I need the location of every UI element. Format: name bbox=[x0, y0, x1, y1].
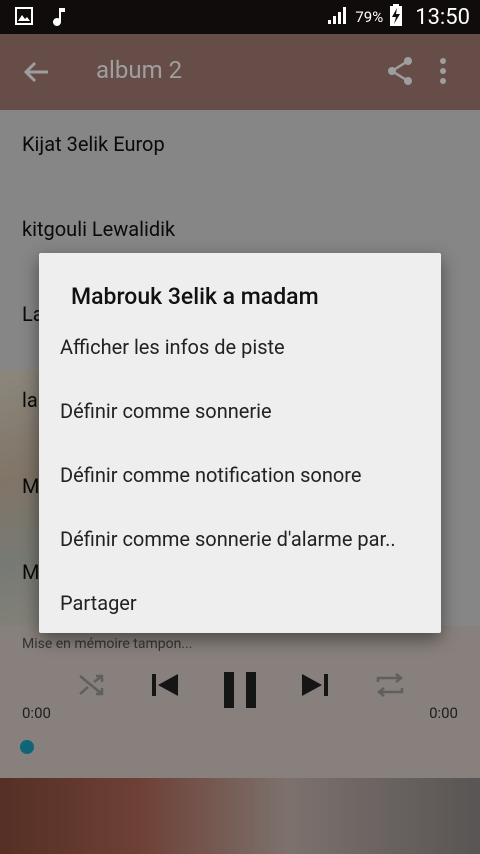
track-options-dialog: Mabrouk 3elik a madam Afficher les infos… bbox=[39, 253, 441, 633]
menu-item-share[interactable]: Partager bbox=[60, 591, 137, 615]
clock: 13:50 bbox=[415, 4, 470, 30]
battery-charging-icon bbox=[389, 4, 403, 30]
signal-icon bbox=[327, 5, 349, 29]
menu-item-set-ringtone[interactable]: Définir comme sonnerie bbox=[60, 399, 272, 423]
menu-item-set-notification[interactable]: Définir comme notification sonore bbox=[60, 463, 361, 487]
dialog-title: Mabrouk 3elik a madam bbox=[71, 283, 319, 310]
status-bar: 79% 13:50 bbox=[0, 0, 480, 34]
battery-percent: 79% bbox=[355, 8, 384, 26]
image-notification-icon bbox=[14, 6, 34, 32]
menu-item-track-info[interactable]: Afficher les infos de piste bbox=[60, 335, 285, 359]
menu-item-set-alarm[interactable]: Définir comme sonnerie d'alarme par.. bbox=[60, 527, 396, 551]
music-note-icon bbox=[52, 6, 68, 32]
